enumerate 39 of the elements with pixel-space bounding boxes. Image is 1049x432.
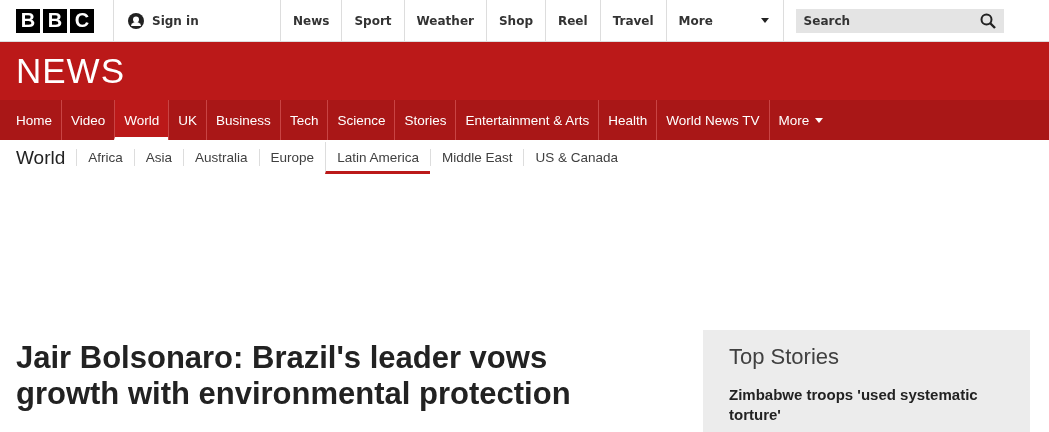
- subnav-tab[interactable]: Africa: [76, 149, 134, 166]
- search-icon: [979, 12, 996, 29]
- masthead-link[interactable]: Reel: [546, 0, 601, 42]
- more-dropdown[interactable]: More: [666, 0, 784, 42]
- nav-tab[interactable]: Stories: [394, 100, 456, 140]
- nav-tab[interactable]: Health: [598, 100, 657, 140]
- nav-tab[interactable]: World: [114, 100, 169, 140]
- masthead-link[interactable]: Shop: [486, 0, 546, 42]
- nav-tab[interactable]: Business: [206, 100, 280, 140]
- masthead-link[interactable]: Sport: [342, 0, 405, 42]
- nav-tab[interactable]: World News TV: [656, 100, 769, 140]
- subnav-tab[interactable]: Middle East: [429, 149, 524, 166]
- subnav-tab[interactable]: Latin America: [325, 141, 430, 174]
- story-link[interactable]: Zimbabwe troops 'used systematic torture': [729, 385, 1004, 425]
- nav-tab[interactable]: Tech: [279, 100, 328, 140]
- sign-in-link[interactable]: Sign in: [114, 0, 281, 42]
- caret-icon: [815, 117, 824, 123]
- subnav-tab[interactable]: US & Canada: [523, 149, 630, 166]
- news-title: NEWS: [16, 51, 125, 91]
- masthead-link[interactable]: Weather: [404, 0, 487, 42]
- subnav-tab[interactable]: Australia: [183, 149, 259, 166]
- subnav-tab[interactable]: Asia: [133, 149, 184, 166]
- section-title: World: [16, 146, 67, 169]
- logo-letter[interactable]: B: [16, 8, 40, 33]
- nav-tab[interactable]: Science: [327, 100, 395, 140]
- nav-tab[interactable]: Home: [7, 100, 61, 140]
- masthead-link[interactable]: News: [281, 0, 343, 42]
- subnav-tab[interactable]: Europe: [258, 149, 326, 166]
- caret-icon: [760, 18, 769, 23]
- nav-tab[interactable]: More: [768, 100, 833, 140]
- masthead-link[interactable]: Travel: [600, 0, 667, 42]
- panel-title: Top Stories: [729, 344, 841, 370]
- logo-letter[interactable]: C: [70, 8, 94, 33]
- nav-tab[interactable]: UK: [168, 100, 207, 140]
- logo-letter[interactable]: B: [43, 8, 67, 33]
- headline: Jair Bolsonaro: Brazil's leader vows growth with environmental protection: [16, 340, 572, 413]
- user-icon: [128, 12, 144, 29]
- nav-tab[interactable]: Entertainment & Arts: [455, 100, 599, 140]
- search-field[interactable]: Search: [795, 8, 1004, 33]
